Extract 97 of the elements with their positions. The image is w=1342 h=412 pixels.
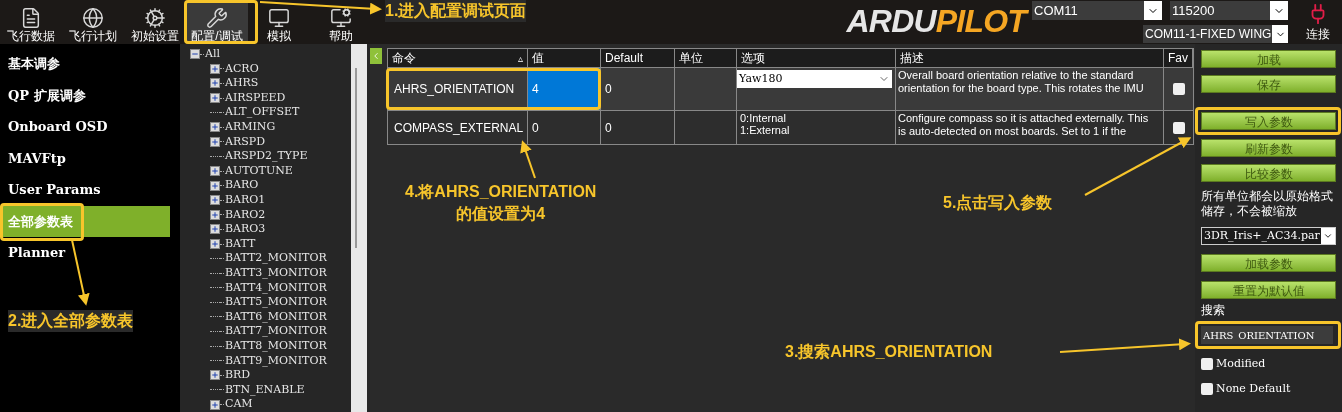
expand-icon[interactable] xyxy=(210,399,220,410)
action-button[interactable]: 重置为默认值 xyxy=(1201,281,1336,299)
tree-item[interactable]: BRD xyxy=(225,367,251,384)
action-button[interactable]: 刷新参数 xyxy=(1201,139,1336,157)
file-select[interactable]: 3DR_Iris+_AC34.par xyxy=(1201,227,1336,245)
monitor-icon xyxy=(330,7,352,29)
annotation-text: 1.进入配置调试页面 xyxy=(385,0,527,22)
expand-icon[interactable] xyxy=(210,209,220,220)
sidebar-item[interactable]: User Params xyxy=(0,174,180,206)
globe-icon xyxy=(82,7,104,29)
tree-item[interactable]: ARMING xyxy=(225,119,276,136)
port-select[interactable]: COM11 xyxy=(1032,1,1162,20)
search-field[interactable]: AHRS_ORIENTATION xyxy=(1201,326,1333,344)
action-button[interactable]: 写入参数 xyxy=(1201,112,1336,130)
description-text: Overall board orientation relative to the standard xyxy=(898,69,1135,82)
expand-icon[interactable] xyxy=(210,166,220,177)
toolbar-button[interactable]: 模拟 xyxy=(248,0,310,44)
search-label: 搜索 xyxy=(1201,304,1225,317)
toolbar-button[interactable]: 初始设置 xyxy=(124,0,186,44)
tree-item[interactable]: ARSPD xyxy=(225,133,265,151)
tree-item[interactable]: BATT9_MONITOR xyxy=(225,352,327,369)
tree-item[interactable]: BATT4_MONITOR xyxy=(225,279,327,297)
sidebar-item[interactable]: QP 扩展调参 xyxy=(0,79,180,111)
arrow xyxy=(520,140,536,179)
expand-icon[interactable] xyxy=(210,78,220,89)
action-button[interactable]: 加载 xyxy=(1201,50,1336,68)
baud-select[interactable]: 115200 xyxy=(1170,1,1288,20)
tree-item[interactable]: ALT_OFFSET xyxy=(225,104,300,121)
tree-item[interactable]: BATT6_MONITOR xyxy=(225,308,327,326)
action-button[interactable]: 比较参数 xyxy=(1201,164,1336,182)
tree-item[interactable]: BARO1 xyxy=(225,192,266,209)
toolbar-button[interactable]: 帮助 xyxy=(310,0,372,44)
checkbox[interactable] xyxy=(1201,358,1213,371)
tree-item[interactable]: BARO xyxy=(225,177,259,194)
table-cell: 0 xyxy=(601,111,675,144)
link-select[interactable]: COM11-1-FIXED WING xyxy=(1143,25,1288,43)
sidebar-item[interactable]: MAVFtp xyxy=(0,142,180,174)
action-button[interactable]: 加载参数 xyxy=(1201,254,1336,272)
checkbox[interactable] xyxy=(1201,382,1213,395)
expand-icon[interactable] xyxy=(210,136,220,147)
tree-item[interactable]: BARO2 xyxy=(225,206,266,224)
tree-item[interactable]: BARO3 xyxy=(225,221,266,238)
tree-item[interactable]: AHRS xyxy=(225,75,259,92)
checkbox-label: None Default xyxy=(1216,380,1291,397)
tree-item[interactable]: BATT8_MONITOR xyxy=(225,337,327,355)
description-text: is auto-detected on most boards. Set to 1 if the xyxy=(898,124,1128,137)
toolbar-button[interactable]: 飞行计划 xyxy=(62,0,124,44)
expand-icon[interactable] xyxy=(210,195,220,206)
checkbox-label: Modified xyxy=(1216,356,1266,372)
table-cell[interactable]: 0 xyxy=(528,111,601,144)
tree-item[interactable]: BATT2_MONITOR xyxy=(225,250,327,267)
scrollbar[interactable] xyxy=(351,44,367,412)
expand-icon[interactable] xyxy=(210,63,220,74)
toolbar-button[interactable]: 飞行数据 xyxy=(0,0,62,44)
option-text: 0:Internal xyxy=(740,112,787,124)
collapse-icon[interactable] xyxy=(190,49,200,60)
fav-checkbox[interactable] xyxy=(1172,83,1185,95)
sidebar-item[interactable]: Planner xyxy=(0,237,180,269)
tree-item[interactable]: BATT3_MONITOR xyxy=(225,264,327,282)
expand-icon[interactable] xyxy=(210,370,220,381)
chevron-left-icon xyxy=(371,51,381,61)
annotation-text: 5.点击写入参数 xyxy=(943,192,1053,214)
arrow xyxy=(71,239,90,306)
option-select[interactable]: Yaw180 xyxy=(737,70,892,88)
tree-item[interactable]: AUTOTUNE xyxy=(225,162,293,180)
tree-item[interactable]: BTN_ENABLE xyxy=(225,381,305,399)
dropdown-icon xyxy=(1323,231,1333,241)
note-text: 所有单位都会以原始格式储存，不会被缩放 xyxy=(1201,189,1334,219)
expand-icon[interactable] xyxy=(210,180,220,191)
tree-item[interactable]: CAM xyxy=(225,396,253,412)
fav-checkbox[interactable] xyxy=(1172,121,1185,134)
expand-icon[interactable] xyxy=(210,93,220,104)
gear-icon xyxy=(144,7,166,29)
option-text: 1:External xyxy=(740,124,791,136)
connect-button[interactable]: 连接 xyxy=(1294,0,1342,44)
description-text: orientation for the board type. This rotates the IMU xyxy=(898,81,1145,94)
annotation-text: 3.搜索AHRS_ORIENTATION xyxy=(785,341,993,363)
sidebar-item[interactable]: Onboard OSD xyxy=(0,111,180,143)
document-icon xyxy=(20,7,42,29)
description-text: Configure compass so it is attached externally. This xyxy=(898,112,1150,125)
tree-item[interactable]: BATT5_MONITOR xyxy=(225,294,327,311)
wrench-icon xyxy=(206,7,228,29)
expand-icon[interactable] xyxy=(210,122,220,133)
sidebar-item[interactable]: 基本调参 xyxy=(0,48,180,80)
tree-item[interactable]: All xyxy=(205,46,220,63)
action-button[interactable]: 保存 xyxy=(1201,75,1336,93)
tree-item[interactable]: ARSPD2_TYPE xyxy=(225,148,308,165)
tree-item[interactable]: BATT7_MONITOR xyxy=(225,323,327,340)
expand-icon[interactable] xyxy=(210,224,220,235)
annotation-text: 4.将AHRS_ORIENTATION 的值设置为4 xyxy=(405,181,597,225)
monitor-icon xyxy=(268,7,290,29)
tree-item[interactable]: ACRO xyxy=(225,60,259,78)
annotation-text: 2.进入全部参数表 xyxy=(8,310,134,332)
sort-indicator: ▵ xyxy=(518,51,523,66)
table-cell: COMPASS_EXTERNAL xyxy=(388,111,528,144)
tree-item[interactable]: AIRSPEED xyxy=(225,89,286,107)
tree-item[interactable]: BATT xyxy=(225,235,256,253)
